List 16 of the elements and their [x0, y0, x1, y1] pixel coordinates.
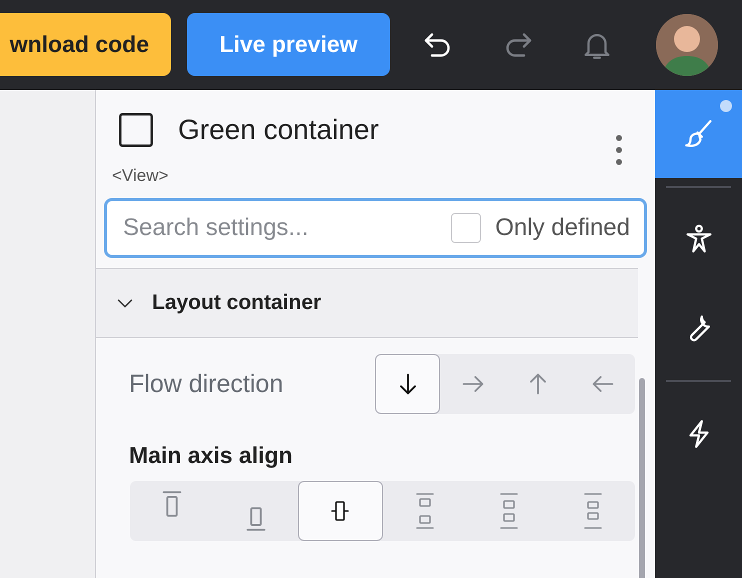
section-header[interactable]: Layout container [96, 268, 638, 338]
flow-direction-label: Flow direction [129, 370, 284, 398]
only-defined-checkbox[interactable]: Only defined [451, 213, 630, 243]
align-start-icon [162, 491, 182, 517]
component-title: Green container [178, 114, 379, 146]
section-title: Layout container [152, 291, 322, 315]
more-icon [615, 134, 623, 166]
main-axis-label: Main axis align [128, 441, 294, 469]
more-button[interactable] [615, 134, 623, 166]
align-option[interactable] [298, 481, 383, 541]
direction-option[interactable] [375, 354, 440, 414]
align-end-icon [246, 507, 266, 531]
component-type: <View> [112, 166, 168, 186]
download-code-button[interactable]: wnload code [0, 13, 171, 76]
square-icon [118, 112, 154, 148]
search-field[interactable]: Search settings... Only defined [104, 198, 647, 258]
